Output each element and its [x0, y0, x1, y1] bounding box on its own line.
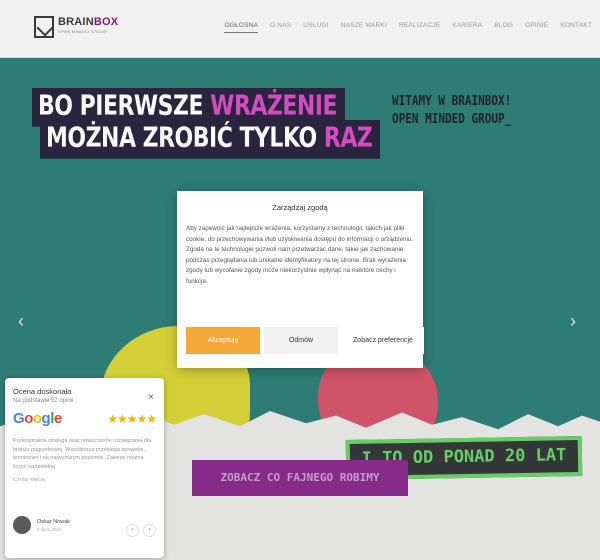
accept-button[interactable]: Akceptuję	[186, 327, 260, 354]
avatar	[13, 516, 31, 534]
star-rating-icon: ★★★★★	[107, 411, 157, 426]
review-prev-icon[interactable]: ‹	[126, 524, 139, 537]
read-more-link[interactable]: Czytaj więcej	[13, 477, 156, 483]
google-rating-row: Google ★★★★★	[13, 410, 157, 427]
preferences-button[interactable]: Zobacz preferencje	[342, 327, 424, 354]
reviewer-name: Oskar Nowak	[37, 518, 71, 525]
review-count: Na podstawie 52 opinii	[13, 398, 74, 404]
consent-actions: Akceptuję Odmów Zobacz preferencje	[186, 327, 424, 354]
reviewer-info: Oskar Nowak 4 lipca 2023	[13, 516, 70, 534]
google-reviews-widget: Ocena doskonała Na podstawie 52 opinii ×…	[5, 378, 164, 558]
review-text: Profesjonalna obsługa oraz nowoczesne ro…	[13, 438, 152, 470]
review-date: 4 lipca 2023	[37, 526, 62, 532]
consent-title: Zarządzaj zgodą	[272, 203, 328, 212]
google-logo: Google	[13, 410, 62, 427]
review-next-icon[interactable]: ›	[143, 524, 156, 537]
consent-body: Aby zapewnić jak najlepsze wrażenia, kor…	[186, 225, 414, 285]
review-rating-title: Ocena doskonała	[13, 387, 72, 396]
review-pagination: ‹ ›	[126, 524, 156, 537]
deny-button[interactable]: Odmów	[264, 327, 338, 354]
cookie-consent-dialog: Zarządzaj zgodą Aby zapewnić jak najleps…	[177, 191, 424, 368]
close-icon[interactable]: ×	[148, 392, 154, 403]
